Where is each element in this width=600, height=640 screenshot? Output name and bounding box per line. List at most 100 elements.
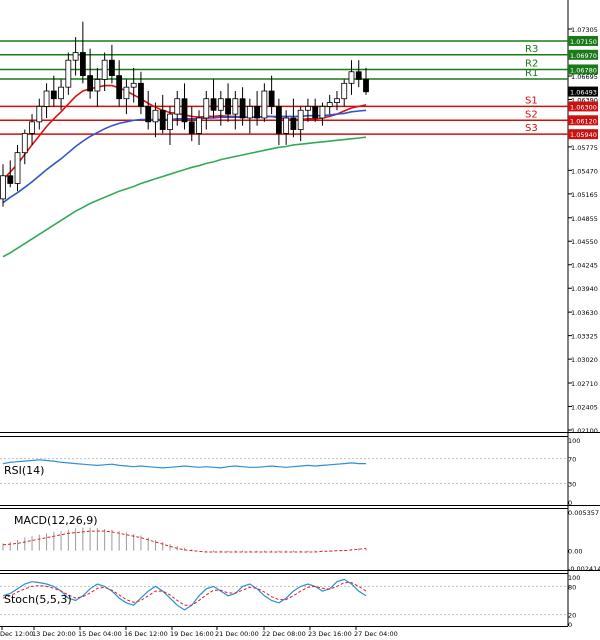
candle-body-up — [72, 52, 79, 61]
level-tag-value-s1: 1.06300 — [570, 103, 597, 111]
level-tag-value-s3: 1.05940 — [570, 131, 597, 139]
time-tick-label: 15 Dec 04:00 — [78, 630, 122, 638]
price-tick-label: 1.02405 — [571, 404, 598, 412]
level-label-s2: S2 — [525, 109, 538, 120]
candle-body-down — [363, 79, 369, 93]
candle-body-up — [348, 71, 355, 84]
candle-body-up — [305, 106, 311, 111]
level-tag-value-s2: 1.06120 — [570, 117, 597, 125]
candle-body-down — [79, 52, 86, 77]
candle-body-down — [355, 71, 362, 80]
price-tick-label: 1.05775 — [571, 144, 598, 152]
candle-body-up — [130, 82, 137, 88]
price-tick-label: 1.07305 — [571, 26, 598, 34]
time-tick-label: 21 Dec 00:00 — [215, 630, 259, 638]
candle-body-down — [239, 98, 246, 119]
candle-body-up — [152, 109, 159, 123]
rsi-tick-label: 70 — [568, 456, 576, 464]
forex-chart: R3R2R1S1S2S3 1.073051.066951.063901.0577… — [0, 0, 600, 640]
candle-body-up — [217, 98, 224, 111]
candle-body-down — [159, 109, 166, 130]
candle-body-up — [283, 117, 290, 134]
candle-body-down — [7, 175, 14, 184]
candle-body-up — [0, 175, 6, 200]
candle-body-up — [167, 113, 173, 130]
chart-background — [0, 0, 568, 640]
candle-body-up — [261, 90, 268, 119]
candle-body-down — [109, 59, 115, 77]
candle-body-up — [246, 106, 253, 119]
price-tick-label: 1.02710 — [571, 380, 598, 388]
candle-body-up — [65, 59, 72, 88]
candle-body-up — [21, 132, 28, 154]
macd-tick-label: -0.002414 — [568, 565, 600, 573]
level-tag-value-r3: 1.06970 — [570, 52, 597, 60]
price-tick-label: 1.04550 — [571, 238, 598, 246]
candle-body-down — [145, 106, 152, 123]
level-label-r1: R1 — [525, 68, 538, 79]
price-tick-label: 1.05470 — [571, 167, 598, 175]
price-tick-label: 1.03940 — [571, 285, 598, 293]
candle-body-down — [254, 106, 261, 119]
candle-body-down — [210, 98, 217, 111]
candle-body-down — [188, 121, 195, 134]
candle-body-up — [297, 109, 304, 130]
level-label-s1: S1 — [525, 95, 538, 106]
candle-body-down — [138, 82, 144, 107]
candle-body-down — [268, 90, 275, 107]
candle-body-down — [275, 106, 282, 134]
time-tick-label: 23 Dec 16:00 — [308, 630, 352, 638]
level-label-r3: R3 — [525, 44, 538, 55]
current-price-value: 1.06493 — [570, 89, 597, 97]
candle-body-up — [341, 82, 348, 100]
level-tag-value-r2: 1.06780 — [570, 66, 597, 74]
candle-body-up — [326, 102, 333, 107]
time-tick-label: 16 Dec 12:00 — [124, 630, 168, 638]
price-tick-label: 1.03630 — [571, 309, 598, 317]
candle-body-up — [101, 59, 108, 80]
candle-body-down — [50, 90, 57, 100]
time-tick-label: Dec 12:00 — [0, 630, 33, 638]
price-tick-label: 1.02100 — [571, 427, 598, 435]
candle-body-up — [334, 98, 340, 103]
level-label-s3: S3 — [525, 123, 538, 134]
candle-body-up — [174, 98, 181, 115]
macd-label: MACD(12,26,9) — [14, 514, 98, 527]
candle-body-up — [36, 106, 43, 123]
time-tick-label: 27 Dec 04:00 — [354, 630, 398, 638]
macd-tick-label: 0.00 — [568, 548, 582, 556]
level-tag-top-value: 1.07150 — [570, 38, 597, 46]
candle-body-down — [181, 98, 188, 123]
candle-body-up — [29, 121, 35, 134]
candle-body-up — [232, 98, 239, 115]
candle-body-up — [58, 86, 64, 100]
candle-body-up — [43, 90, 50, 107]
candle-body-down — [290, 117, 297, 130]
stoch-tick-label: 80 — [568, 583, 576, 591]
candle-body-up — [14, 152, 21, 184]
candle-body-down — [116, 75, 123, 100]
stoch-tick-label: 100 — [568, 574, 580, 582]
price-tick-label: 1.04855 — [571, 215, 598, 223]
price-axis: 1.073051.066951.063901.057751.054701.051… — [568, 26, 598, 435]
time-tick-label: 22 Dec 08:00 — [262, 630, 306, 638]
stoch-label: Stoch(5,5,3) — [4, 593, 72, 606]
candle-body-up — [319, 106, 326, 119]
rsi-tick-label: 100 — [568, 437, 580, 445]
candle-body-down — [87, 75, 94, 92]
time-tick-label: 13 Dec 20:00 — [32, 630, 76, 638]
rsi-label: RSI(14) — [4, 464, 44, 477]
price-tick-label: 1.04245 — [571, 262, 598, 270]
stoch-tick-label: 0 — [568, 621, 572, 629]
rsi-tick-label: 0 — [568, 499, 572, 507]
time-tick-label: 19 Dec 16:00 — [170, 630, 214, 638]
stoch-tick-label: 20 — [568, 612, 576, 620]
candle-body-up — [123, 86, 130, 100]
rsi-tick-label: 30 — [568, 480, 576, 488]
candle-body-down — [225, 98, 231, 115]
candle-body-up — [196, 117, 202, 134]
candle-body-up — [94, 79, 101, 92]
macd-tick-label: 0.005357 — [568, 509, 599, 517]
price-tick-label: 1.05165 — [571, 191, 598, 199]
price-tick-label: 1.03020 — [571, 356, 598, 364]
